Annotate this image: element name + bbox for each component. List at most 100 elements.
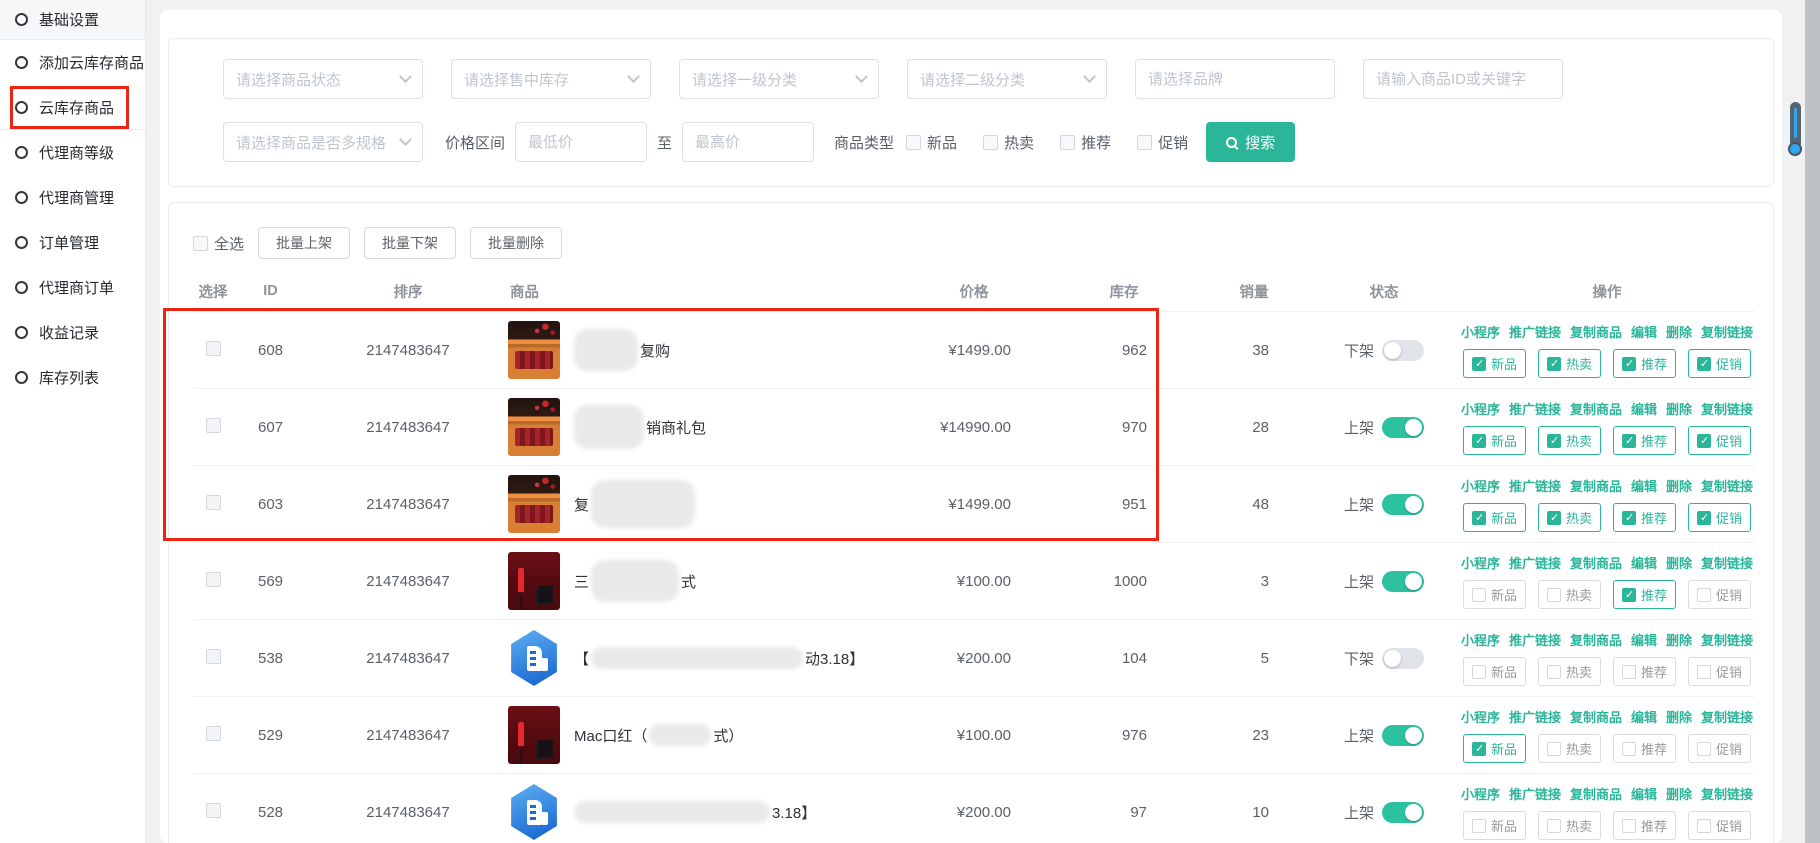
tag-recommended[interactable]: 推荐 (1613, 349, 1676, 378)
link-promotion[interactable]: 推广链接 (1509, 630, 1561, 649)
tag-recommended[interactable]: 推荐 (1613, 734, 1676, 763)
max-price-input[interactable] (682, 122, 814, 162)
row-checkbox[interactable] (206, 649, 221, 664)
row-checkbox[interactable] (206, 341, 221, 356)
link-promotion[interactable]: 推广链接 (1509, 553, 1561, 572)
link-promotion[interactable]: 推广链接 (1509, 707, 1561, 726)
link-copy-product[interactable]: 复制商品 (1570, 630, 1622, 649)
batch-button-2[interactable]: 批量删除 (470, 227, 562, 259)
link-edit[interactable]: 编辑 (1631, 399, 1657, 418)
tag-promotion[interactable]: 促销 (1688, 426, 1751, 455)
sidebar-item-5[interactable]: 订单管理 (0, 220, 145, 265)
tag-recommended[interactable]: 推荐 (1613, 811, 1676, 840)
tag-hot[interactable]: 热卖 (1538, 426, 1601, 455)
link-copy-url[interactable]: 复制链接 (1701, 476, 1753, 495)
filter-input-4[interactable] (1135, 59, 1335, 99)
scrollbar-track[interactable] (1805, 0, 1820, 843)
status-toggle[interactable] (1382, 494, 1424, 515)
tag-hot[interactable]: 热卖 (1538, 811, 1601, 840)
status-toggle[interactable] (1382, 802, 1424, 823)
link-copy-product[interactable]: 复制商品 (1570, 784, 1622, 803)
filter-select-0[interactable]: 请选择商品状态 (223, 59, 423, 99)
link-edit[interactable]: 编辑 (1631, 553, 1657, 572)
tag-new[interactable]: 新品 (1463, 580, 1526, 609)
checkbox-icon[interactable] (1060, 135, 1075, 150)
filter-input-5[interactable] (1363, 59, 1563, 99)
filter-select-3[interactable]: 请选择二级分类 (907, 59, 1107, 99)
tag-new[interactable]: 新品 (1463, 657, 1526, 686)
tag-hot[interactable]: 热卖 (1538, 503, 1601, 532)
link-copy-url[interactable]: 复制链接 (1701, 707, 1753, 726)
link-promotion[interactable]: 推广链接 (1509, 322, 1561, 341)
link-delete[interactable]: 删除 (1666, 784, 1692, 803)
checkbox-icon[interactable] (983, 135, 998, 150)
link-miniprogram[interactable]: 小程序 (1461, 399, 1500, 418)
link-delete[interactable]: 删除 (1666, 553, 1692, 572)
link-delete[interactable]: 删除 (1666, 630, 1692, 649)
link-miniprogram[interactable]: 小程序 (1461, 476, 1500, 495)
status-toggle[interactable] (1382, 417, 1424, 438)
link-promotion[interactable]: 推广链接 (1509, 399, 1561, 418)
tag-promotion[interactable]: 促销 (1688, 580, 1751, 609)
tag-hot[interactable]: 热卖 (1538, 580, 1601, 609)
tag-hot[interactable]: 热卖 (1538, 657, 1601, 686)
tag-recommended[interactable]: 推荐 (1613, 426, 1676, 455)
sidebar-item-7[interactable]: 收益记录 (0, 310, 145, 355)
sidebar-item-2[interactable]: 云库存商品 (0, 85, 145, 130)
link-delete[interactable]: 删除 (1666, 399, 1692, 418)
multi-spec-select[interactable]: 请选择商品是否多规格 (223, 122, 423, 162)
link-miniprogram[interactable]: 小程序 (1461, 322, 1500, 341)
tag-new[interactable]: 新品 (1463, 349, 1526, 378)
sidebar-item-8[interactable]: 库存列表 (0, 355, 145, 400)
link-copy-product[interactable]: 复制商品 (1570, 399, 1622, 418)
type-option-3[interactable]: 促销 (1137, 132, 1188, 153)
row-checkbox[interactable] (206, 803, 221, 818)
tag-promotion[interactable]: 促销 (1688, 503, 1751, 532)
tag-new[interactable]: 新品 (1463, 734, 1526, 763)
sidebar-item-6[interactable]: 代理商订单 (0, 265, 145, 310)
filter-select-1[interactable]: 请选择售中库存 (451, 59, 651, 99)
sidebar-item-3[interactable]: 代理商等级 (0, 130, 145, 175)
tag-promotion[interactable]: 促销 (1688, 734, 1751, 763)
select-all-checkbox[interactable] (193, 236, 208, 251)
link-copy-url[interactable]: 复制链接 (1701, 399, 1753, 418)
link-promotion[interactable]: 推广链接 (1509, 476, 1561, 495)
status-toggle[interactable] (1382, 340, 1424, 361)
type-option-2[interactable]: 推荐 (1060, 132, 1111, 153)
tag-hot[interactable]: 热卖 (1538, 734, 1601, 763)
sidebar-item-0[interactable]: 基础设置 (0, 0, 145, 40)
status-toggle[interactable] (1382, 725, 1424, 746)
link-miniprogram[interactable]: 小程序 (1461, 707, 1500, 726)
link-copy-product[interactable]: 复制商品 (1570, 707, 1622, 726)
min-price-input[interactable] (515, 122, 647, 162)
link-miniprogram[interactable]: 小程序 (1461, 784, 1500, 803)
checkbox-icon[interactable] (906, 135, 921, 150)
row-checkbox[interactable] (206, 726, 221, 741)
tag-new[interactable]: 新品 (1463, 811, 1526, 840)
checkbox-icon[interactable] (1137, 135, 1152, 150)
link-delete[interactable]: 删除 (1666, 707, 1692, 726)
status-toggle[interactable] (1382, 571, 1424, 592)
batch-button-1[interactable]: 批量下架 (364, 227, 456, 259)
link-promotion[interactable]: 推广链接 (1509, 784, 1561, 803)
select-all[interactable]: 全选 (193, 233, 244, 254)
batch-button-0[interactable]: 批量上架 (258, 227, 350, 259)
tag-promotion[interactable]: 促销 (1688, 811, 1751, 840)
link-edit[interactable]: 编辑 (1631, 322, 1657, 341)
tag-recommended[interactable]: 推荐 (1613, 657, 1676, 686)
tag-new[interactable]: 新品 (1463, 426, 1526, 455)
link-copy-product[interactable]: 复制商品 (1570, 476, 1622, 495)
link-edit[interactable]: 编辑 (1631, 476, 1657, 495)
status-toggle[interactable] (1382, 648, 1424, 669)
tag-new[interactable]: 新品 (1463, 503, 1526, 532)
sidebar-item-1[interactable]: 添加云库存商品 (0, 40, 145, 85)
link-miniprogram[interactable]: 小程序 (1461, 553, 1500, 572)
link-delete[interactable]: 删除 (1666, 322, 1692, 341)
tag-promotion[interactable]: 促销 (1688, 657, 1751, 686)
tag-hot[interactable]: 热卖 (1538, 349, 1601, 378)
filter-select-2[interactable]: 请选择一级分类 (679, 59, 879, 99)
tag-promotion[interactable]: 促销 (1688, 349, 1751, 378)
link-copy-url[interactable]: 复制链接 (1701, 322, 1753, 341)
link-copy-url[interactable]: 复制链接 (1701, 553, 1753, 572)
row-checkbox[interactable] (206, 495, 221, 510)
